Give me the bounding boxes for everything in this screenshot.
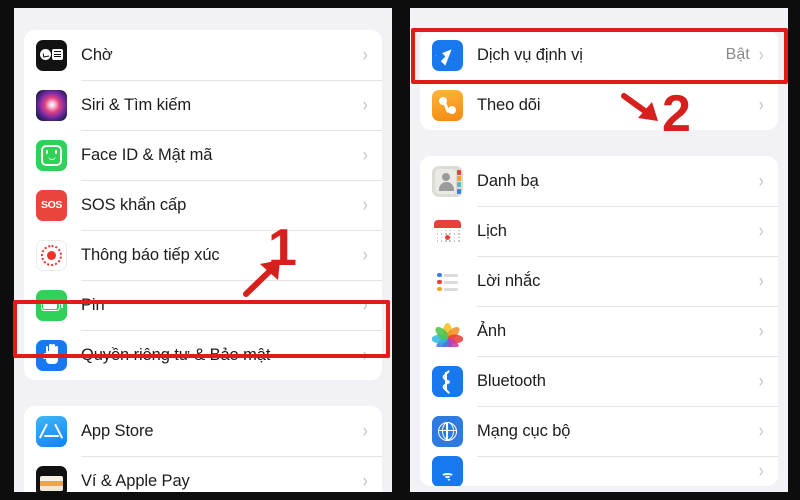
location-services-icon xyxy=(432,39,463,71)
settings-row-label: Lịch xyxy=(477,221,507,240)
settings-row-label: Chờ xyxy=(81,45,113,64)
siri-search-icon xyxy=(36,89,67,121)
settings-row-label: Thông báo tiếp xúc xyxy=(81,245,220,264)
settings-group-store: App Store › Ví & Apple Pay › xyxy=(24,406,382,492)
chevron-right-icon: › xyxy=(362,44,368,66)
panel-divider xyxy=(400,0,406,500)
tracking-icon xyxy=(432,89,463,121)
group-spacer-right xyxy=(410,130,788,156)
settings-row[interactable]: Thông báo tiếp xúc › xyxy=(24,230,382,280)
settings-row-label: App Store xyxy=(81,421,154,440)
battery-icon xyxy=(36,289,67,321)
wallet-icon xyxy=(36,465,67,492)
frame-edge-left xyxy=(0,0,14,500)
chevron-right-icon: › xyxy=(362,470,368,492)
chevron-right-icon: › xyxy=(758,270,764,292)
settings-row-label: Quyền riêng tư & Bảo mật xyxy=(81,345,271,364)
settings-row-label: Bluetooth xyxy=(477,371,546,390)
standby-icon xyxy=(36,39,67,71)
chevron-right-icon: › xyxy=(758,320,764,342)
chevron-right-icon: › xyxy=(362,294,368,316)
settings-row[interactable]: Siri & Tìm kiếm › xyxy=(24,80,382,130)
chevron-right-icon: › xyxy=(362,194,368,216)
chevron-right-icon: › xyxy=(758,44,764,66)
privacy-hand-icon xyxy=(36,339,67,371)
settings-row[interactable]: App Store › xyxy=(24,406,382,456)
right-phone-panel: Dịch vụ định vị Bật › Theo dõi › Danh bạ › L… xyxy=(410,8,788,492)
settings-row-label: SOS khẩn cấp xyxy=(81,195,187,214)
settings-row-label: Danh bạ xyxy=(477,171,539,190)
settings-row[interactable]: Chờ › xyxy=(24,30,382,80)
settings-row-label: Ảnh xyxy=(477,321,507,340)
chevron-right-icon: › xyxy=(362,94,368,116)
settings-row[interactable]: Pin › xyxy=(24,280,382,330)
chevron-right-icon: › xyxy=(362,344,368,366)
chevron-right-icon: › xyxy=(362,144,368,166)
settings-row-label: Theo dõi xyxy=(477,95,541,114)
chevron-right-icon: › xyxy=(362,420,368,442)
top-spacer-left xyxy=(14,8,392,30)
settings-row-label: Lời nhắc xyxy=(477,271,541,290)
local-network-icon xyxy=(432,415,463,447)
screenshot-root: Chờ › Siri & Tìm kiếm › Face ID & Mật mã › SO… xyxy=(0,0,800,500)
frame-edge-right xyxy=(788,0,800,500)
chevron-right-icon: › xyxy=(758,220,764,242)
exposure-notification-icon xyxy=(36,239,67,271)
settings-row[interactable]: Theo dõi › xyxy=(420,80,778,130)
bluetooth-icon xyxy=(432,365,463,397)
settings-row[interactable]: Ảnh › xyxy=(420,306,778,356)
group-spacer-left xyxy=(14,380,392,406)
settings-row-label: Siri & Tìm kiếm xyxy=(81,95,192,114)
settings-row-label: Ví & Apple Pay xyxy=(81,471,190,490)
settings-row[interactable]: › xyxy=(420,455,778,486)
calendar-icon xyxy=(432,215,463,247)
top-spacer-right xyxy=(410,8,788,30)
wifi-icon xyxy=(432,455,463,486)
photos-icon xyxy=(432,315,463,347)
settings-row[interactable]: Mạng cục bộ › xyxy=(420,406,778,456)
settings-row-value: Bật xyxy=(725,46,750,63)
chevron-right-icon: › xyxy=(362,244,368,266)
settings-row-label: Face ID & Mật mã xyxy=(81,145,213,164)
settings-group-primary: Chờ › Siri & Tìm kiếm › Face ID & Mật mã › SO… xyxy=(24,30,382,380)
privacy-group-app-data: Danh bạ › Lịch › Lời nhắc › Ảnh › Bluetooth › M… xyxy=(420,156,778,486)
settings-row[interactable]: Lịch › xyxy=(420,206,778,256)
reminders-icon xyxy=(432,265,463,297)
settings-row-label: Mạng cục bộ xyxy=(477,421,571,440)
settings-row-label: Pin xyxy=(81,295,105,314)
settings-row[interactable]: Danh bạ › xyxy=(420,156,778,206)
contacts-icon xyxy=(432,165,463,197)
settings-row[interactable]: Quyền riêng tư & Bảo mật › xyxy=(24,330,382,380)
chevron-right-icon: › xyxy=(758,94,764,116)
chevron-right-icon: › xyxy=(758,170,764,192)
left-phone-panel: Chờ › Siri & Tìm kiếm › Face ID & Mật mã › SO… xyxy=(14,8,392,492)
settings-row[interactable]: SOS SOS khẩn cấp › xyxy=(24,180,382,230)
settings-row[interactable]: Bluetooth › xyxy=(420,356,778,406)
settings-row-label: Dịch vụ định vị xyxy=(477,45,583,64)
settings-row[interactable]: Face ID & Mật mã › xyxy=(24,130,382,180)
chevron-right-icon: › xyxy=(758,370,764,392)
settings-row[interactable]: Ví & Apple Pay › xyxy=(24,456,382,492)
settings-row[interactable]: Lời nhắc › xyxy=(420,256,778,306)
app-store-icon xyxy=(36,415,67,447)
emergency-sos-icon: SOS xyxy=(36,189,67,221)
settings-row[interactable]: Dịch vụ định vị Bật › xyxy=(420,30,778,80)
face-id-icon xyxy=(36,139,67,171)
chevron-right-icon: › xyxy=(758,460,764,482)
privacy-group-location: Dịch vụ định vị Bật › Theo dõi › xyxy=(420,30,778,130)
chevron-right-icon: › xyxy=(758,420,764,442)
